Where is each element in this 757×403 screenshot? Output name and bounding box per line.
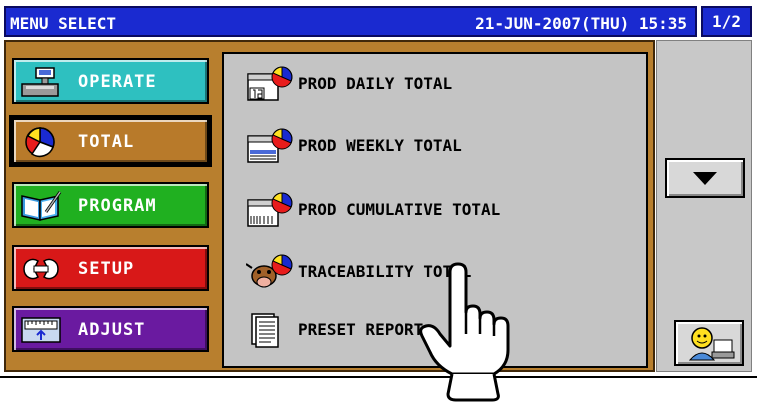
wrench-icon	[23, 258, 59, 280]
adjust-button[interactable]: ADJUST	[12, 306, 209, 352]
title-bar: MENU SELECT 21-JUN-2007(THU) 15:35	[4, 6, 697, 37]
menu-item-prod-weekly-total[interactable]: PROD WEEKLY TOTAL	[246, 126, 646, 166]
screen: MENU SELECT 21-JUN-2007(THU) 15:35 1/2 O…	[0, 0, 757, 375]
menu-item-prod-daily-total[interactable]: PROD DAILY TOTAL	[246, 64, 646, 104]
menu-item-label: PROD WEEKLY TOTAL	[298, 136, 462, 155]
book-pen-icon	[21, 191, 62, 221]
page-title: MENU SELECT	[10, 14, 116, 33]
daily-calendar-icon	[247, 66, 293, 101]
document-icon	[251, 313, 279, 348]
program-label: PROGRAM	[78, 196, 157, 216]
menu-item-prod-cumulative-total[interactable]: PROD CUMULATIVE TOTAL	[246, 190, 646, 230]
total-button[interactable]: TOTAL	[9, 115, 212, 167]
adjust-label: ADJUST	[78, 320, 146, 340]
calibration-icon	[21, 317, 61, 343]
setup-label: SETUP	[78, 259, 135, 279]
page-indicator: 1/2	[701, 6, 752, 37]
pie-chart-icon	[25, 127, 55, 158]
cumulative-calendar-icon	[247, 192, 293, 227]
down-arrow-icon	[693, 172, 717, 185]
menu-item-label: PRESET REPORT	[298, 320, 424, 339]
pointing-hand-icon	[419, 262, 510, 402]
weekly-calendar-icon	[247, 128, 293, 163]
setup-button[interactable]: SETUP	[12, 245, 209, 291]
user-button[interactable]	[674, 320, 744, 366]
total-label: TOTAL	[78, 132, 135, 152]
operate-button[interactable]: OPERATE	[12, 58, 209, 104]
scale-icon	[21, 67, 59, 97]
baseline-rule	[0, 376, 757, 378]
menu-item-label: PROD DAILY TOTAL	[298, 74, 453, 93]
cow-icon	[246, 254, 293, 288]
user-terminal-icon	[688, 327, 735, 361]
scroll-down-button[interactable]	[665, 158, 745, 198]
operate-label: OPERATE	[78, 72, 157, 92]
date-time: 21-JUN-2007(THU) 15:35	[475, 14, 687, 33]
menu-item-label: PROD CUMULATIVE TOTAL	[298, 200, 501, 219]
program-button[interactable]: PROGRAM	[12, 182, 209, 228]
